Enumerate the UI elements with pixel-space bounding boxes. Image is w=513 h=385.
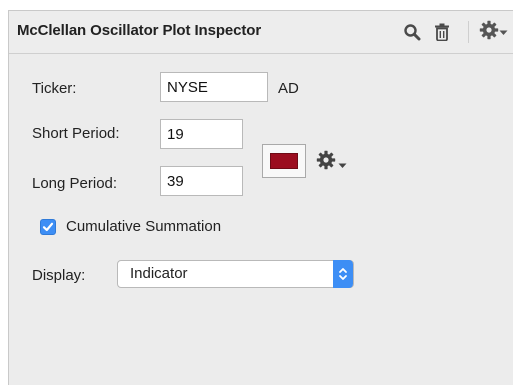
display-label: Display: [32,267,86,284]
trash-icon[interactable] [430,20,454,44]
search-icon[interactable] [400,20,424,44]
inspector-title: McClellan Oscillator Plot Inspector [17,22,262,39]
short-period-label: Short Period: [32,125,120,142]
gear-icon [479,20,499,45]
inspector-header: McClellan Oscillator Plot Inspector [9,11,513,54]
long-period-input[interactable] [160,166,243,196]
header-divider [468,21,469,43]
chevron-down-icon [338,156,347,174]
plot-color-fill [270,153,298,169]
color-options-button[interactable] [316,150,350,172]
updown-chevron-icon [333,260,353,288]
display-select[interactable]: Indicator [117,260,354,288]
ticker-label: Ticker: [32,80,77,97]
plot-color-swatch[interactable] [262,144,306,178]
cumulative-label[interactable]: Cumulative Summation [66,218,221,235]
inspector-panel: McClellan Oscillator Plot Inspector Tick… [8,10,513,385]
short-period-input[interactable] [160,119,243,149]
gear-menu-button[interactable] [476,20,510,44]
chevron-down-icon [499,23,508,41]
ticker-input[interactable] [160,72,268,102]
display-select-value: Indicator [130,265,188,282]
ticker-suffix: AD [278,80,299,97]
long-period-label: Long Period: [32,175,118,192]
gear-icon [316,150,336,175]
cumulative-checkbox[interactable] [40,219,56,235]
checkmark-icon [42,222,54,232]
